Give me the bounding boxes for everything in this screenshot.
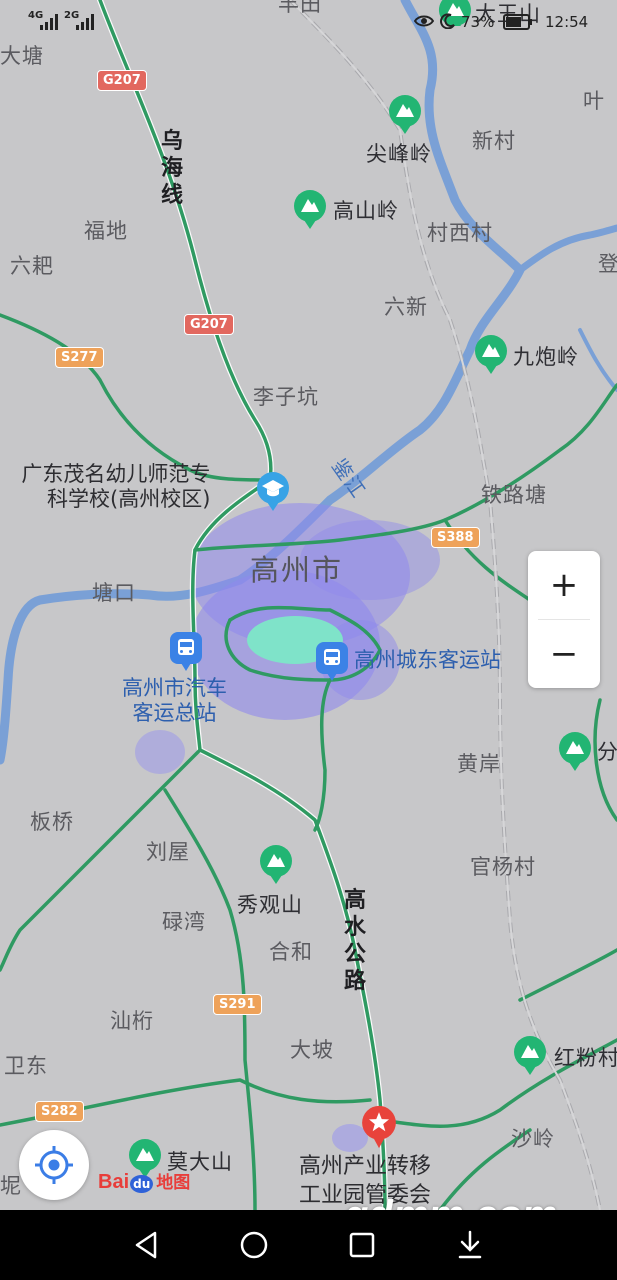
highway-shield: S277 — [55, 347, 104, 368]
moon-icon — [440, 13, 455, 29]
mountain-label[interactable]: 尖峰岭 — [366, 138, 432, 168]
place-label: 村西村 — [427, 221, 493, 245]
place-label: 大坡 — [290, 1038, 334, 1062]
destination-pin-icon[interactable] — [360, 1104, 398, 1150]
mountain-poi-icon[interactable] — [473, 333, 509, 375]
zoom-in-button[interactable]: + — [528, 551, 600, 619]
place-label: 六新 — [384, 295, 428, 319]
bus-station-label[interactable]: 高州城东客运站 — [354, 648, 501, 673]
bus-station-label[interactable]: 高州市汽车 客运总站 — [122, 676, 227, 726]
battery-percent: 73% — [461, 13, 495, 31]
signal-icon — [40, 14, 58, 30]
back-icon[interactable] — [129, 1227, 165, 1263]
mountain-label[interactable]: 高山岭 — [333, 195, 399, 225]
recent-apps-icon[interactable] — [344, 1227, 380, 1263]
zoom-out-button[interactable]: − — [528, 620, 600, 688]
zoom-control: + − — [528, 551, 600, 688]
place-label: 福地 — [84, 219, 128, 243]
place-label: 汕桁 — [110, 1009, 154, 1033]
mountain-poi-icon[interactable] — [387, 93, 423, 135]
road-name-label: 乌海线 — [160, 129, 183, 208]
mountain-label[interactable]: 秀观山 — [237, 889, 303, 919]
navigation-bar — [0, 1210, 617, 1280]
highway-shield: S291 — [213, 994, 262, 1015]
place-label: 铁路塘 — [481, 483, 547, 507]
signal-icon — [76, 14, 94, 30]
highway-shield: G207 — [184, 314, 234, 335]
mountain-poi-icon[interactable] — [258, 843, 294, 885]
place-label: 卫东 — [4, 1054, 48, 1078]
place-label: 合和 — [269, 940, 313, 964]
place-label: 板桥 — [30, 810, 74, 834]
place-label: 刘屋 — [146, 840, 190, 864]
place-label: 李子坑 — [253, 385, 319, 409]
place-label: 登 — [598, 252, 617, 276]
highway-shield: S388 — [431, 527, 480, 548]
logo-bai: Bai — [98, 1171, 130, 1193]
place-label: 大塘 — [0, 44, 44, 68]
place-label: 六耙 — [10, 254, 54, 278]
map-canvas[interactable]: 大塘 福地 六耙 李子坑 塘口 板桥 刘屋 碌湾 合和 汕桁 卫东 大坡 新村 … — [0, 0, 617, 1210]
clock: 12:54 — [545, 13, 589, 31]
mountain-label[interactable]: 九炮岭 — [513, 341, 579, 371]
logo-map-text: 地图 — [156, 1173, 191, 1193]
bus-station-icon[interactable] — [314, 640, 350, 682]
bus-station-line: 客运总站 — [132, 701, 217, 725]
destination-line: 高州产业转移 — [299, 1154, 432, 1179]
school-poi-label[interactable]: 广东茂名幼儿师范专 科学校(高州校区) — [14, 462, 210, 512]
mountain-label[interactable]: 分 — [597, 736, 617, 766]
highway-shield: G207 — [97, 70, 147, 91]
place-label: 官杨村 — [470, 855, 536, 879]
baidu-map-logo: Bai du 地图 — [98, 1168, 190, 1194]
eye-icon — [414, 15, 434, 27]
place-label: 碌湾 — [162, 910, 206, 934]
mountain-label[interactable]: 红粉村 — [554, 1042, 617, 1072]
school-icon[interactable] — [255, 470, 291, 512]
road-name-label: 高水公路 — [343, 888, 366, 994]
battery-icon — [503, 14, 532, 30]
mountain-poi-icon[interactable] — [292, 188, 328, 230]
mountain-poi-icon[interactable] — [512, 1034, 548, 1076]
notification-pull-icon[interactable] — [452, 1227, 488, 1263]
logo-paw: du — [130, 1174, 154, 1193]
place-label: 黄岸 — [457, 752, 501, 776]
locate-button[interactable] — [19, 1130, 89, 1200]
status-bar: 4G 2G 73% 12:54 — [0, 0, 617, 38]
city-label[interactable]: 高州市 — [250, 547, 343, 589]
place-label: 塘口 — [92, 581, 136, 605]
place-label: 叶 — [583, 89, 605, 113]
school-poi-line: 科学校(高州校区) — [47, 487, 211, 511]
mountain-poi-icon[interactable] — [557, 730, 593, 772]
bus-station-line: 高州市汽车 — [122, 676, 227, 700]
locate-icon — [35, 1146, 73, 1184]
school-poi-line: 广东茂名幼儿师范专 — [21, 462, 211, 486]
highway-shield: S282 — [35, 1101, 84, 1122]
bus-station-icon[interactable] — [168, 630, 204, 672]
home-icon[interactable] — [236, 1227, 272, 1263]
place-label: 新村 — [472, 129, 516, 153]
place-label: 沙岭 — [511, 1127, 555, 1151]
